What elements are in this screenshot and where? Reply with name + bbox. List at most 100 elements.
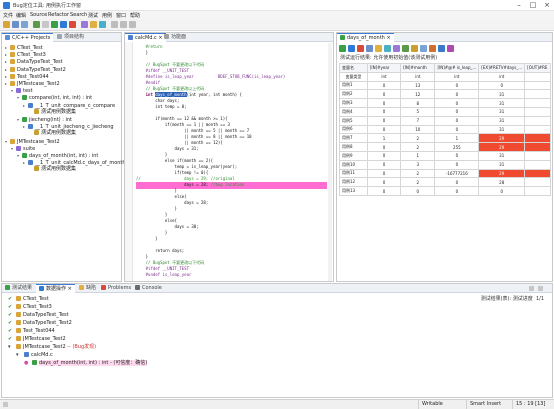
table-cell[interactable]: 31 [478, 106, 526, 117]
tab-function-view[interactable]: 功能面 [161, 33, 189, 42]
table-cell[interactable]: 0 [366, 106, 402, 117]
result-tree-item[interactable]: ✔ CTest_Test [8, 296, 49, 304]
menu-edit[interactable]: 编辑 [16, 12, 26, 19]
dropdown-icon[interactable] [129, 21, 136, 28]
tree-item[interactable]: ▾ jiecheng(int) : int [17, 116, 72, 123]
new-file-icon[interactable] [3, 21, 10, 28]
table-cell[interactable]: 0 [434, 80, 480, 91]
bug-locate-icon[interactable] [90, 21, 97, 28]
row-label[interactable]: 用例12 [339, 177, 368, 188]
expand-icon[interactable] [420, 45, 427, 52]
menu-help[interactable]: 帮助 [130, 12, 140, 19]
column-header[interactable]: [OUT]#RE [524, 63, 551, 73]
menu-source[interactable]: Source [30, 12, 47, 18]
row-label[interactable]: 用例10 [339, 159, 368, 170]
save-all-icon[interactable] [21, 21, 28, 28]
copy-case-icon[interactable] [366, 45, 373, 52]
table-cell[interactable]: 2 [400, 177, 436, 188]
table-cell[interactable]: 0 [366, 186, 402, 196]
settings-icon[interactable] [411, 45, 418, 52]
minimize-button[interactable]: – [512, 0, 526, 11]
table-cell[interactable]: 28 [478, 177, 526, 188]
compare-icon[interactable] [429, 45, 436, 52]
row-label[interactable]: 用例4 [339, 106, 368, 117]
table-cell[interactable]: 0 [434, 115, 480, 126]
table-row[interactable]: 用例12 0 2 0 28 [339, 177, 551, 188]
table-cell[interactable]: 0 [366, 159, 402, 170]
tab-problems[interactable]: Problems [98, 284, 134, 293]
table-cell[interactable]: 0 [366, 142, 402, 152]
row-label[interactable]: 用例11 [339, 168, 368, 179]
result-cell[interactable] [524, 133, 551, 144]
column-header[interactable]: [EX]#RETV#days_... [478, 63, 526, 73]
tree-item[interactable]: ▾ test [11, 87, 33, 94]
table-cell[interactable]: 0 [366, 115, 402, 126]
tab-calcmd[interactable]: calcMd.c × [125, 33, 166, 42]
close-button[interactable]: × [540, 0, 554, 11]
tree-item[interactable]: ▾ JMTestcase_Test2 [5, 138, 60, 145]
result-tree-item[interactable]: ✔ CTest_Test3 [8, 304, 52, 312]
table-row[interactable]: 用例7 1 2 1 29 [339, 133, 551, 144]
tree-item[interactable]: ▾ suite [11, 145, 35, 152]
table-cell[interactable]: 2 [400, 142, 436, 152]
row-label[interactable]: 用例8 [339, 142, 368, 152]
table-cell[interactable]: 3 [400, 159, 436, 170]
menu-file[interactable]: 文件 [3, 12, 13, 19]
tree-item[interactable]: ▸ JMTestcase_Test2 [5, 80, 60, 87]
minimize-panel-icon[interactable] [529, 286, 534, 291]
table-cell[interactable]: 0 [366, 80, 402, 91]
table-cell[interactable]: 29 [478, 168, 526, 179]
run-icon[interactable] [51, 21, 58, 28]
table-cell[interactable]: 8 [400, 98, 436, 108]
table-row[interactable]: 用例10 0 3 0 31 [339, 159, 551, 170]
table-cell[interactable]: 0 [366, 177, 402, 188]
row-label[interactable]: 用例2 [339, 89, 368, 100]
tree-item[interactable]: ▸ Test_Test044 [5, 73, 49, 80]
table-row[interactable]: 用例9 0 1 0 31 [339, 150, 551, 161]
table-cell[interactable]: 0 [366, 89, 402, 100]
table-cell[interactable]: 0 [366, 98, 402, 108]
result-tree-item[interactable]: ✔ DataTypeTest_Test2 [8, 320, 72, 328]
table-row[interactable]: 用例5 0 7 0 31 [339, 115, 551, 126]
table-cell[interactable]: 31 [478, 89, 526, 100]
selected-function-name[interactable]: days_of_month [155, 92, 187, 97]
add-case-icon[interactable] [348, 45, 355, 52]
column-header[interactable]: 变量名 [339, 63, 368, 73]
export-icon[interactable] [384, 45, 391, 52]
tree-item[interactable]: ▸ __1_T_unit_compare_c_compare [23, 102, 115, 109]
stats-icon[interactable] [447, 45, 454, 52]
tab-days-of-month[interactable]: days_of_month × [337, 33, 394, 42]
table-cell[interactable]: 255 [434, 142, 480, 152]
menu-window[interactable]: 窗口 [116, 12, 126, 19]
row-label[interactable]: 用例13 [339, 186, 368, 196]
menu-case[interactable]: 用例 [102, 12, 112, 19]
tree-item[interactable]: ▸ DataTypeTest_Test [5, 58, 63, 65]
result-cell[interactable] [524, 106, 551, 117]
delete-case-icon[interactable] [357, 45, 364, 52]
table-cell[interactable]: 5 [400, 106, 436, 117]
filter-icon[interactable] [393, 45, 400, 52]
table-cell[interactable]: 29 [478, 142, 526, 152]
result-tree-item[interactable]: ✔ JMTestcase_Test2 [8, 336, 66, 344]
row-label[interactable]: 用例6 [339, 124, 368, 135]
result-tree-item[interactable]: ✔ Test_Test044 [8, 328, 55, 336]
cut-icon[interactable] [42, 21, 49, 28]
table-cell[interactable]: 2 [400, 133, 436, 144]
row-label[interactable]: 用例7 [339, 133, 368, 144]
table-cell[interactable]: 1 [434, 133, 480, 144]
table-row[interactable]: 用例4 0 5 0 31 [339, 106, 551, 117]
maximize-panel-icon[interactable] [538, 286, 543, 291]
tab-console[interactable]: Console [132, 284, 165, 293]
result-tree-item[interactable]: ▾ JMTestcase_Test2 -- (Bug发现) [8, 344, 96, 352]
table-cell[interactable]: 0 [400, 186, 436, 196]
result-cell[interactable] [524, 177, 551, 188]
table-cell[interactable]: 0 [434, 106, 480, 117]
table-cell[interactable]: 0 [434, 89, 480, 100]
back-icon[interactable] [111, 21, 118, 28]
tree-item[interactable]: 测试用例数据集 [29, 130, 76, 137]
table-cell[interactable]: 0 [478, 186, 526, 196]
menu-search[interactable]: Search [70, 12, 87, 18]
row-label[interactable]: 用例9 [339, 150, 368, 161]
table-cell[interactable]: 0 [366, 124, 402, 135]
result-cell[interactable] [524, 142, 551, 152]
